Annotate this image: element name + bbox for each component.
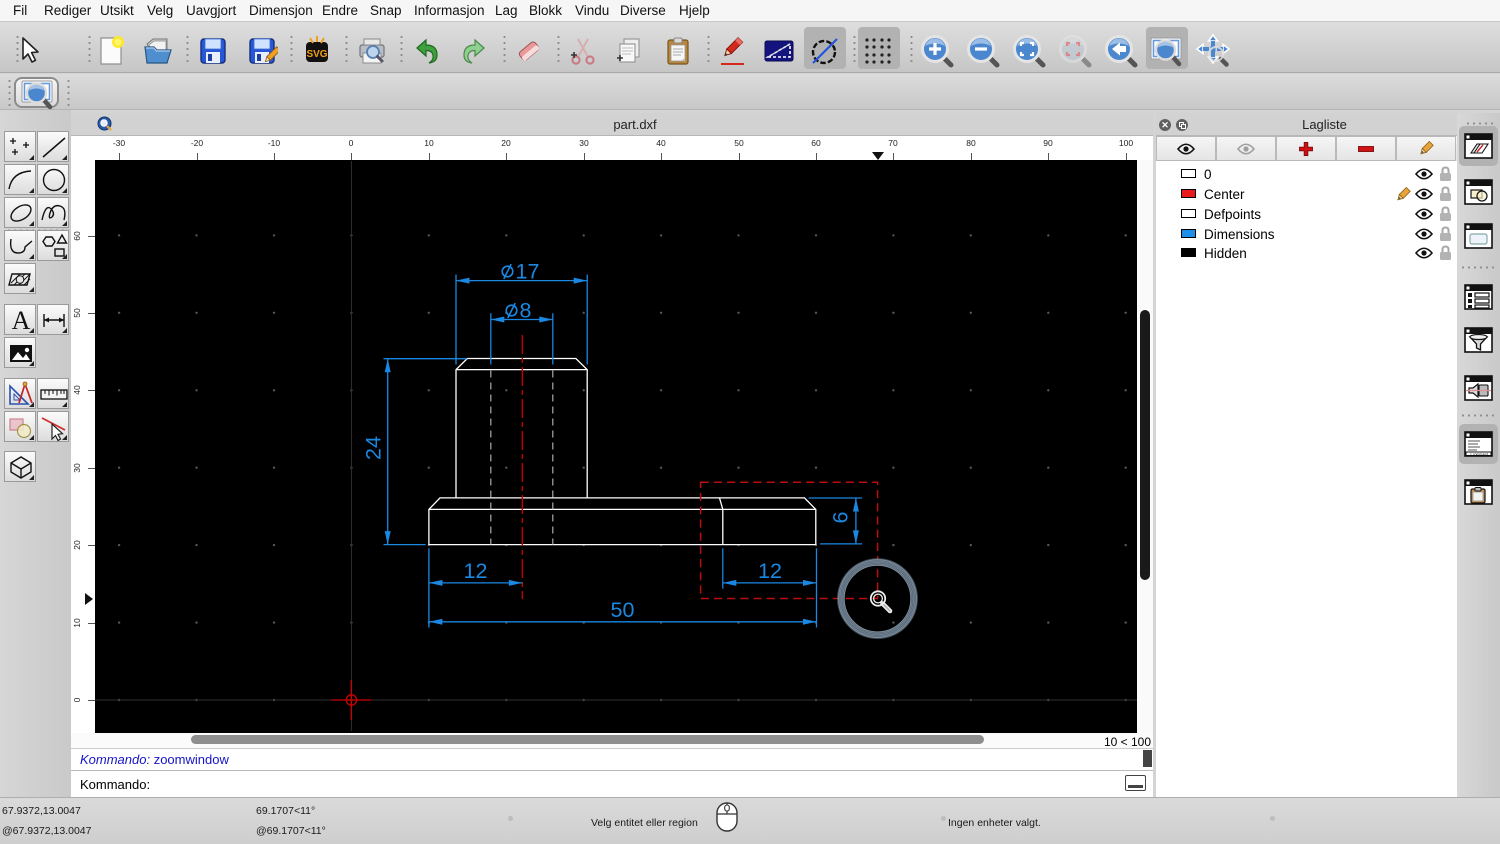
svg-text:50: 50 [611, 598, 635, 622]
svg-text:A: A [12, 306, 31, 335]
svg-text:c command: c command [1470, 452, 1488, 456]
svg-text:6: 6 [829, 511, 853, 523]
svg-text:12: 12 [464, 559, 488, 583]
svg-text:17: 17 [516, 260, 540, 284]
svg-text:SVG: SVG [306, 49, 327, 60]
svg-text:12: 12 [758, 559, 782, 583]
svg-text:24: 24 [362, 436, 386, 460]
svg-text:8: 8 [520, 299, 532, 323]
